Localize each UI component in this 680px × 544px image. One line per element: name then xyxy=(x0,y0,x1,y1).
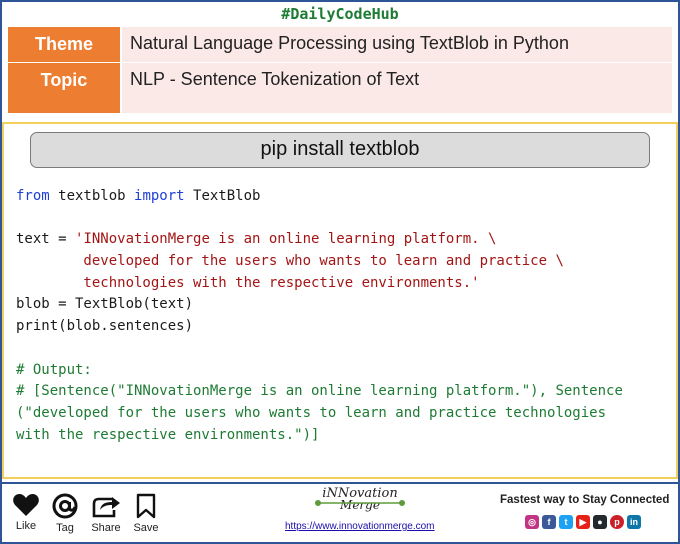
share-label: Share xyxy=(91,522,121,534)
code-line: technologies with the respective environ… xyxy=(16,273,623,295)
footer-divider xyxy=(2,482,678,484)
code-text: textblob xyxy=(49,188,135,204)
like-label: Like xyxy=(15,520,37,532)
pip-command: pip install textblob xyxy=(30,132,650,168)
heart-icon xyxy=(13,494,39,516)
code-keyword: from xyxy=(16,188,50,204)
code-block: from textblob import TextBlob text = 'IN… xyxy=(16,186,623,446)
hashtag-title: #DailyCodeHub xyxy=(281,5,399,23)
theme-value: Natural Language Processing using TextBl… xyxy=(122,27,672,62)
code-line: text = 'INNovationMerge is an online lea… xyxy=(16,229,623,251)
code-string: technologies with the respective environ… xyxy=(16,274,480,291)
github-icon[interactable]: ● xyxy=(593,515,607,529)
code-string: developed for the users who wants to lea… xyxy=(16,253,564,270)
social-links: ◎ f t ▶ ● p in xyxy=(525,515,641,529)
code-string: 'INNovationMerge is an online learning p… xyxy=(75,231,497,248)
instagram-icon[interactable]: ◎ xyxy=(525,515,539,529)
code-comment: # [Sentence("INNovationMerge is an onlin… xyxy=(16,383,623,400)
pinterest-icon[interactable]: p xyxy=(610,515,624,529)
theme-label: Theme xyxy=(8,27,120,62)
code-text: text = xyxy=(16,231,76,248)
bookmark-icon xyxy=(136,493,156,519)
code-comment: with the respective environments.")] xyxy=(16,426,320,443)
theme-row: Theme Natural Language Processing using … xyxy=(8,27,672,62)
code-text: TextBlob xyxy=(184,188,261,204)
twitter-icon[interactable]: t xyxy=(559,515,573,529)
save-button[interactable]: Save xyxy=(126,493,166,534)
network-dots-icon xyxy=(315,500,405,506)
tag-label: Tag xyxy=(56,522,74,534)
youtube-icon[interactable]: ▶ xyxy=(576,515,590,529)
tagline: Fastest way to Stay Connected xyxy=(500,494,670,506)
linkedin-icon[interactable]: in xyxy=(627,515,641,529)
code-comment: # Output: xyxy=(16,361,92,378)
code-line: blob = TextBlob(text) xyxy=(16,296,194,313)
code-comment: ("developed for the users who wants to l… xyxy=(16,404,607,421)
share-icon xyxy=(92,497,120,518)
code-line: developed for the users who wants to lea… xyxy=(16,251,623,273)
at-sign-icon xyxy=(52,493,78,519)
code-line: print(blob.sentences) xyxy=(16,318,194,335)
topic-row: Topic NLP - Sentence Tokenization of Tex… xyxy=(8,63,672,113)
like-button[interactable]: Like xyxy=(6,493,46,532)
facebook-icon[interactable]: f xyxy=(542,515,556,529)
tag-button[interactable]: Tag xyxy=(45,493,85,534)
brand-logo: iNNovation Merge xyxy=(300,486,420,512)
code-line: from textblob import TextBlob xyxy=(16,186,623,208)
save-label: Save xyxy=(133,522,159,534)
code-panel: pip install textblob from textblob impor… xyxy=(2,122,678,479)
share-button[interactable]: Share xyxy=(86,493,126,534)
code-keyword: import xyxy=(134,188,185,204)
topic-label: Topic xyxy=(8,63,120,113)
topic-value: NLP - Sentence Tokenization of Text xyxy=(122,63,672,113)
website-link[interactable]: https://www.innovationmerge.com xyxy=(285,521,435,532)
